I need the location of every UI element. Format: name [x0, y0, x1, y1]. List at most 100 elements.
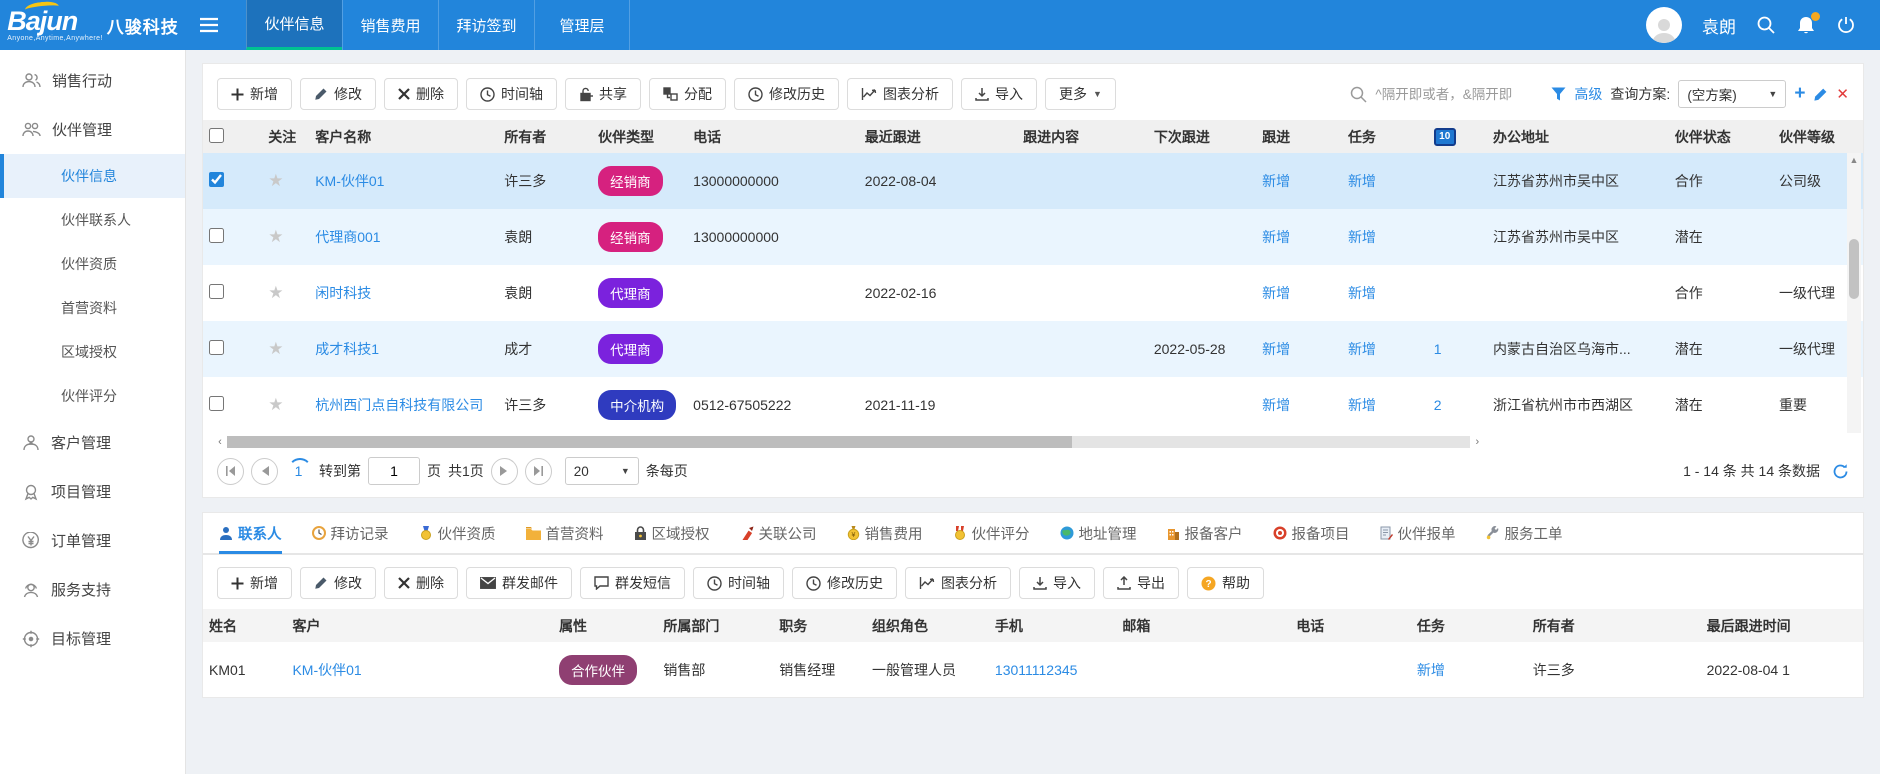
scroll-right-icon[interactable]: › — [1470, 436, 1484, 448]
prev-page-icon[interactable] — [251, 458, 278, 485]
table-row[interactable]: ★ 代理商001 袁朗 经销商 13000000000 新增 新增 江苏省苏州市… — [203, 209, 1863, 265]
partner-name-link[interactable]: 代理商001 — [315, 229, 380, 245]
star-icon[interactable]: ★ — [268, 227, 283, 246]
table-row[interactable]: ★ 杭州西门点自科技有限公司 许三多 中介机构 0512-67505222 20… — [203, 377, 1863, 433]
tab-service-ticket[interactable]: 服务工单 — [1486, 512, 1563, 554]
nav-tab-visit-checkin[interactable]: 拜访签到 — [438, 0, 534, 50]
bell-icon[interactable] — [1796, 15, 1816, 36]
share-button[interactable]: 共享 — [565, 78, 641, 110]
row-checkbox[interactable] — [209, 228, 224, 243]
ten-count-link[interactable]: 1 — [1434, 341, 1442, 357]
funnel-icon[interactable] — [1551, 87, 1566, 101]
sidebar-item-project-mgmt[interactable]: 项目管理 — [0, 467, 185, 516]
search-icon[interactable] — [1756, 15, 1776, 35]
sidebar-item-region-authorization[interactable]: 区域授权 — [0, 330, 185, 374]
scrollbar-thumb[interactable] — [227, 436, 1072, 448]
follow-add-link[interactable]: 新增 — [1262, 229, 1290, 245]
hamburger-icon[interactable] — [186, 17, 232, 33]
scheme-delete-icon[interactable]: ✕ — [1836, 85, 1849, 103]
detail-edit-button[interactable]: 修改 — [300, 567, 376, 599]
current-page[interactable]: 1 — [285, 458, 312, 485]
follow-add-link[interactable]: 新增 — [1262, 285, 1290, 301]
partner-name-link[interactable]: 成才科技1 — [315, 341, 379, 357]
tab-partner-qualification[interactable]: 伙伴资质 — [419, 512, 496, 554]
tab-contacts[interactable]: 联系人 — [219, 512, 282, 554]
add-button[interactable]: 新增 — [217, 78, 292, 110]
first-page-icon[interactable] — [217, 458, 244, 485]
star-icon[interactable]: ★ — [268, 395, 283, 414]
sidebar-item-sales-action[interactable]: 销售行动 — [0, 56, 185, 105]
star-icon[interactable]: ★ — [268, 339, 283, 358]
row-checkbox[interactable] — [209, 284, 224, 299]
table-row[interactable]: ★ KM-伙伴01 许三多 经销商 13000000000 2022-08-04… — [203, 153, 1863, 209]
sidebar-item-partner-mgmt[interactable]: 伙伴管理 — [0, 105, 185, 154]
scrollbar-thumb[interactable] — [1849, 239, 1859, 299]
next-page-icon[interactable] — [491, 458, 518, 485]
task-add-link[interactable]: 新增 — [1348, 285, 1376, 301]
sidebar-item-target-mgmt[interactable]: 目标管理 — [0, 614, 185, 663]
user-name[interactable]: 袁朗 — [1702, 13, 1736, 38]
row-checkbox[interactable] — [209, 172, 224, 187]
tab-visit-records[interactable]: 拜访记录 — [312, 512, 389, 554]
detail-timeline-button[interactable]: 时间轴 — [693, 567, 784, 599]
sidebar-item-partner-qualification[interactable]: 伙伴资质 — [0, 242, 185, 286]
detail-export-button[interactable]: 导出 — [1103, 567, 1179, 599]
tab-region-authorization[interactable]: 区域授权 — [634, 512, 710, 554]
scheme-add-icon[interactable]: + — [1794, 83, 1805, 105]
scroll-left-icon[interactable]: ‹ — [213, 436, 227, 448]
ten-count-link[interactable]: 2 — [1434, 397, 1442, 413]
task-add-link[interactable]: 新增 — [1417, 662, 1445, 678]
row-checkbox[interactable] — [209, 340, 224, 355]
partner-name-link[interactable]: 闲时科技 — [315, 285, 371, 301]
star-icon[interactable]: ★ — [268, 283, 283, 302]
tab-sales-expense[interactable]: ¥ 销售费用 — [847, 512, 923, 554]
nav-tab-management[interactable]: 管理层 — [534, 0, 630, 50]
page-size-select[interactable]: 20▼ — [565, 457, 639, 485]
row-checkbox[interactable] — [209, 396, 224, 411]
edit-button[interactable]: 修改 — [300, 78, 376, 110]
sidebar-item-order-mgmt[interactable]: 订单管理 — [0, 516, 185, 565]
horizontal-scrollbar[interactable]: ‹ › — [213, 435, 1849, 448]
star-icon[interactable]: ★ — [268, 171, 283, 190]
scheme-edit-icon[interactable] — [1813, 87, 1828, 102]
table-row[interactable]: ★ 成才科技1 成才 代理商 2022-05-28 新增 新增 1 内蒙古自治区… — [203, 321, 1863, 377]
contact-row[interactable]: KM01 KM-伙伴01 合作伙伴 销售部 销售经理 一般管理人员 130111… — [203, 642, 1863, 697]
more-button[interactable]: 更多▼ — [1045, 78, 1116, 110]
history-button[interactable]: 修改历史 — [734, 78, 839, 110]
mobile-link[interactable]: 13011112345 — [995, 662, 1078, 678]
sidebar-item-customer-mgmt[interactable]: 客户管理 — [0, 418, 185, 467]
sidebar-item-partner-info[interactable]: 伙伴信息 — [0, 154, 185, 198]
partner-name-link[interactable]: 杭州西门点自科技有限公司 — [315, 397, 483, 413]
assign-button[interactable]: 分配 — [649, 78, 726, 110]
tab-related-company[interactable]: 关联公司 — [740, 512, 817, 554]
timeline-button[interactable]: 时间轴 — [466, 78, 557, 110]
nav-tab-sales-expense[interactable]: 销售费用 — [342, 0, 438, 50]
tab-partner-score[interactable]: 伙伴评分 — [953, 512, 1030, 554]
advanced-search-link[interactable]: 高级 — [1574, 84, 1602, 104]
nav-tab-partner-info[interactable]: 伙伴信息 — [246, 0, 342, 50]
last-page-icon[interactable] — [525, 458, 552, 485]
avatar[interactable] — [1646, 7, 1682, 43]
tab-report-project[interactable]: 报备项目 — [1273, 512, 1350, 554]
sidebar-item-partner-score[interactable]: 伙伴评分 — [0, 374, 185, 418]
task-add-link[interactable]: 新增 — [1348, 173, 1376, 189]
detail-history-button[interactable]: 修改历史 — [792, 567, 897, 599]
tab-partner-order[interactable]: 伙伴报单 — [1380, 512, 1456, 554]
table-row[interactable]: ★ 闲时科技 袁朗 代理商 2022-02-16 新增 新增 合作 一级代理 — [203, 265, 1863, 321]
scheme-select[interactable]: (空方案)▼ — [1678, 80, 1786, 108]
sidebar-item-partner-contacts[interactable]: 伙伴联系人 — [0, 198, 185, 242]
vertical-scrollbar[interactable]: ▲ — [1847, 153, 1861, 433]
tab-address-mgmt[interactable]: 地址管理 — [1060, 512, 1137, 554]
page-input[interactable] — [368, 457, 420, 485]
mass-mail-button[interactable]: 群发邮件 — [466, 567, 572, 599]
select-all-checkbox[interactable] — [209, 128, 224, 143]
import-button[interactable]: 导入 — [961, 78, 1037, 110]
follow-add-link[interactable]: 新增 — [1262, 397, 1290, 413]
task-add-link[interactable]: 新增 — [1348, 397, 1376, 413]
follow-add-link[interactable]: 新增 — [1262, 173, 1290, 189]
sidebar-item-first-materials[interactable]: 首营资料 — [0, 286, 185, 330]
chart-analysis-button[interactable]: 图表分析 — [847, 78, 953, 110]
mass-sms-button[interactable]: 群发短信 — [580, 567, 685, 599]
detail-chart-button[interactable]: 图表分析 — [905, 567, 1011, 599]
refresh-icon[interactable] — [1832, 463, 1849, 480]
